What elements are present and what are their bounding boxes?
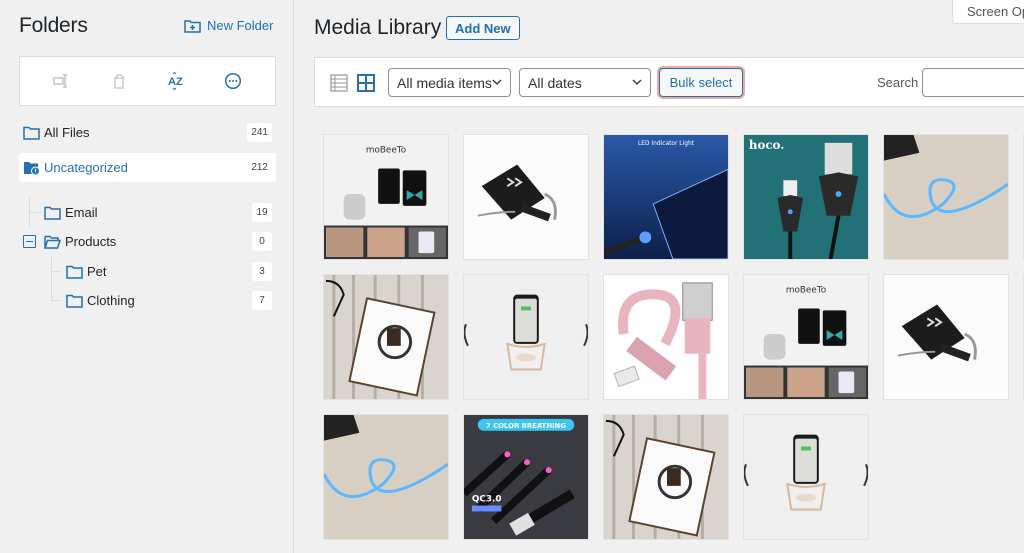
media-thumbnail[interactable]: moBeeTo — [323, 134, 449, 260]
folder-label: Products — [65, 234, 117, 249]
folder-open-icon — [44, 235, 61, 249]
chevron-down-icon — [492, 79, 502, 85]
folder-icon — [44, 206, 61, 220]
thumbnail-image-hoco-cable: hoco. — [744, 135, 868, 259]
folder-count: 241 — [247, 123, 272, 142]
thumbnail-image-wireless-receiver: moBeeTo — [324, 135, 448, 259]
grid-view-icon[interactable] — [356, 73, 376, 93]
rename-icon[interactable] — [51, 70, 73, 92]
thumbnail-image-leather-cable-box — [324, 275, 448, 399]
media-thumbnail[interactable] — [603, 414, 729, 540]
thumbnail-image-phone-stand — [744, 415, 868, 539]
folder-uncategorized[interactable]: Uncategorized 212 — [19, 153, 276, 182]
svg-text:hoco.: hoco. — [749, 138, 784, 152]
folder-toolbar: AZ — [19, 56, 276, 106]
svg-text:LED Indicator Light: LED Indicator Light — [638, 141, 695, 147]
folder-pet[interactable]: Pet 3 — [19, 257, 276, 286]
list-view-icon[interactable] — [329, 73, 349, 93]
folder-email[interactable]: Email 19 — [19, 198, 276, 227]
thumbnail-image-glowing-blue-cable — [324, 415, 448, 539]
new-folder-button[interactable]: New Folder — [184, 18, 273, 33]
folder-icon — [66, 265, 83, 279]
search-label: Search — [877, 75, 919, 90]
media-grid: moBeeTo LED Indicator Light hoco. moBeeT… — [323, 134, 1024, 540]
media-thumbnail[interactable]: hoco. — [743, 134, 869, 260]
sort-az-icon[interactable]: AZ — [165, 70, 187, 92]
thumbnail-image-black-pouch-cable — [464, 135, 588, 259]
thumbnail-image-led-magnetic-cable: LED Indicator Light — [604, 135, 728, 259]
folder-alert-icon — [24, 161, 40, 175]
thumbnail-image-seven-color-cable: 7 COLOR BREATHING QC3.0 — [464, 415, 588, 539]
search-input[interactable] — [922, 68, 1024, 97]
thumbnail-image-pink-lightning-cable — [604, 275, 728, 399]
folder-label: Clothing — [87, 293, 135, 308]
add-new-button[interactable]: Add New — [446, 16, 520, 40]
media-thumbnail[interactable]: 7 COLOR BREATHING QC3.0 — [463, 414, 589, 540]
folder-count: 0 — [252, 232, 272, 251]
thumbnail-image-phone-stand — [464, 275, 588, 399]
media-thumbnail[interactable] — [883, 134, 1009, 260]
media-thumbnail[interactable] — [883, 274, 1009, 400]
media-toolbar: All media items All dates Bulk select Se… — [314, 57, 1024, 107]
media-thumbnail[interactable] — [603, 274, 729, 400]
svg-text:moBeeTo: moBeeTo — [786, 286, 826, 296]
folder-products[interactable]: Products 0 — [19, 227, 276, 256]
folder-clothing[interactable]: Clothing 7 — [19, 286, 276, 315]
media-thumbnail[interactable] — [463, 134, 589, 260]
folder-count: 19 — [252, 203, 272, 222]
media-thumbnail[interactable] — [323, 414, 449, 540]
folder-label: Uncategorized — [44, 160, 128, 175]
folder-count: 7 — [252, 291, 272, 310]
date-filter-value: All dates — [528, 74, 582, 91]
page-title: Media Library — [314, 16, 442, 39]
folder-label: Email — [65, 205, 98, 220]
folder-icon — [66, 294, 83, 308]
duplicate-icon[interactable] — [108, 70, 130, 92]
media-thumbnail[interactable] — [323, 274, 449, 400]
folder-all-files[interactable]: All Files 241 — [19, 118, 276, 147]
folder-label: Pet — [87, 264, 107, 279]
media-thumbnail[interactable]: LED Indicator Light — [603, 134, 729, 260]
svg-text:AZ: AZ — [168, 76, 183, 88]
media-type-value: All media items — [397, 74, 492, 91]
sidebar-title: Folders — [19, 14, 88, 37]
svg-text:moBeeTo: moBeeTo — [366, 146, 406, 156]
screen-options-tab[interactable]: Screen Options — [952, 0, 1024, 24]
folder-count: 3 — [252, 262, 272, 281]
folder-icon — [23, 126, 40, 140]
folder-label: All Files — [44, 125, 90, 140]
more-options-icon[interactable] — [222, 70, 244, 92]
bulk-select-button[interactable]: Bulk select — [659, 68, 743, 97]
media-thumbnail[interactable] — [743, 414, 869, 540]
thumbnail-image-glowing-blue-cable — [884, 135, 1008, 259]
thumbnail-image-black-pouch-cable — [884, 275, 1008, 399]
chevron-down-icon — [632, 79, 642, 85]
thumbnail-image-wireless-receiver: moBeeTo — [744, 275, 868, 399]
svg-text:QC3.0: QC3.0 — [472, 495, 502, 505]
media-thumbnail[interactable] — [463, 274, 589, 400]
folders-sidebar: Folders New Folder AZ All Files 241 Unca… — [0, 0, 294, 553]
folder-plus-icon — [184, 19, 201, 33]
thumbnail-image-leather-cable-box — [604, 415, 728, 539]
new-folder-label: New Folder — [207, 18, 274, 33]
folder-count: 212 — [251, 162, 268, 173]
date-filter[interactable]: All dates — [519, 68, 651, 97]
media-type-filter[interactable]: All media items — [388, 68, 511, 97]
svg-text:7 COLOR BREATHING: 7 COLOR BREATHING — [486, 422, 567, 430]
media-thumbnail[interactable]: moBeeTo — [743, 274, 869, 400]
